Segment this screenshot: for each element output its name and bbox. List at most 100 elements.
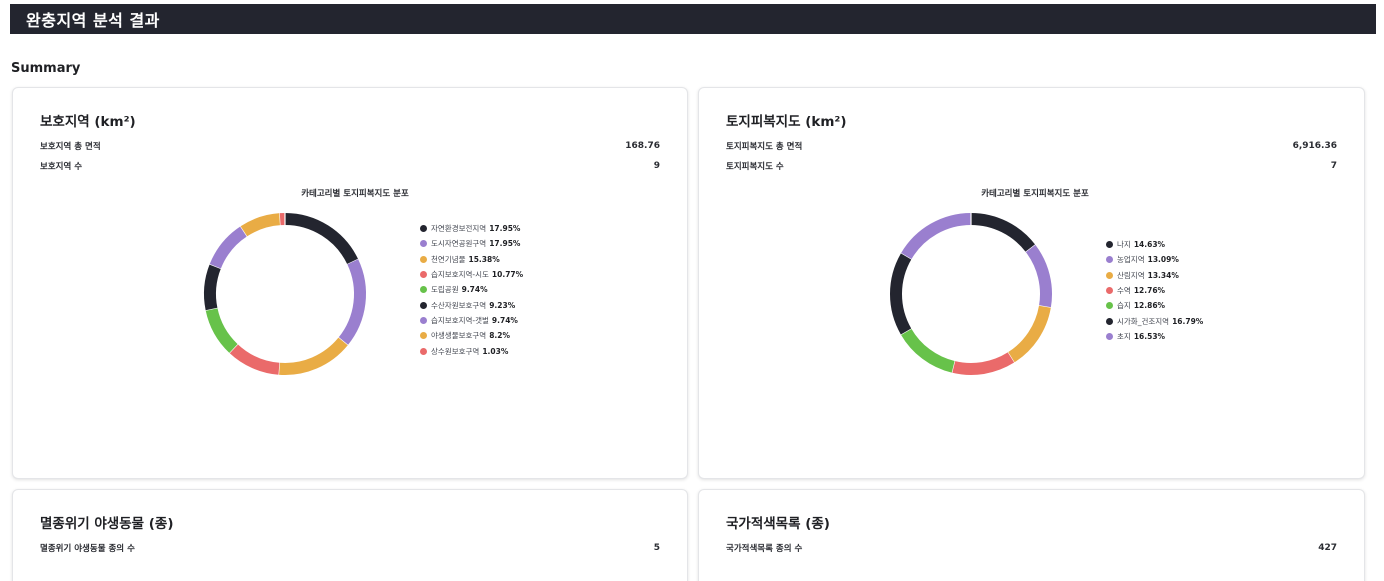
legend-swatch [420,271,427,279]
donut-slice[interactable] [204,264,221,311]
card-title: 국가적색목록 (종) [726,516,830,532]
chart-legend: 나지 14.63% 농업지역 13.09% 산림지역 13.34% 수역 12.76% 습지 12… [1106,237,1203,344]
legend-label: 야생생물보호구역 [431,331,487,341]
stat-label: 멸종위기 야생동물 종의 수 [40,544,135,554]
endangered-species-card: 멸종위기 야생동물 (종) 멸종위기 야생동물 종의 수 5 [12,489,688,581]
donut-slice[interactable] [901,213,972,260]
donut-slice[interactable] [209,226,248,269]
legend-item[interactable]: 도립공원 9.74% [420,282,523,297]
legend-item[interactable]: 상수원보호구역 1.03% [420,343,523,358]
donut-slice[interactable] [970,213,1036,253]
donut-slice[interactable] [1007,305,1051,363]
legend-label: 도시자연공원구역 [431,239,487,249]
donut-slice[interactable] [240,213,281,237]
chart-legend: 자연환경보전지역 17.95% 도시자연공원구역 17.95% 천연기념물 15.38% 습… [420,221,523,359]
legend-percent: 14.63% [1133,240,1166,250]
legend-label: 습지보호지역-시도 [431,270,489,280]
donut-slice[interactable] [229,343,280,375]
legend-item[interactable]: 수역 12.76% [1106,283,1203,298]
donut-slice[interactable] [1025,244,1052,308]
legend-item[interactable]: 나지 14.63% [1106,237,1203,252]
legend-percent: 1.03% [482,346,509,356]
header-bar: 완충지역 분석 결과 [10,4,1376,34]
legend-swatch [1106,302,1113,310]
legend-item[interactable]: 습지 12.86% [1106,298,1203,313]
legend-item[interactable]: 산림지역 13.34% [1106,268,1203,283]
legend-swatch [1106,317,1113,325]
card-title: 토지피복지도 (km²) [726,114,847,130]
legend-item[interactable]: 수산자원보호구역 9.23% [420,297,523,312]
legend-percent: 8.2% [489,331,511,341]
legend-swatch [1106,287,1113,295]
chart-title: 카테고리별 토지피복지도 분포 [981,189,1089,199]
legend-percent: 12.86% [1133,301,1166,311]
donut-slice[interactable] [278,337,348,375]
legend-label: 도립공원 [431,285,459,295]
legend-item[interactable]: 자연환경보전지역 17.95% [420,221,523,236]
donut-slice[interactable] [900,328,955,373]
legend-label: 천연기념물 [431,254,466,264]
legend-swatch [420,255,427,263]
legend-item[interactable]: 초지 16.53% [1106,329,1203,344]
stat-label: 국가적색목록 종의 수 [726,544,803,554]
legend-swatch [1106,332,1113,340]
donut-slice[interactable] [284,213,359,265]
legend-label: 농업지역 [1117,255,1145,265]
donut-slice[interactable] [205,307,238,353]
legend-swatch [420,286,427,294]
legend-label: 습지보호지역-갯벌 [431,315,489,325]
legend-percent: 12.76% [1133,286,1166,296]
legend-item[interactable]: 천연기념물 15.38% [420,252,523,267]
stat-label: 보호지역 수 [40,162,83,172]
stat-row: 토지피복지도 총 면적 6,916.36 [726,138,1337,154]
legend-percent: 9.74% [461,285,488,295]
legend-swatch [420,225,427,233]
stat-value: 5 [653,543,660,553]
legend-swatch [420,332,427,340]
legend-percent: 13.34% [1147,270,1179,280]
donut-slice[interactable] [338,259,366,346]
stat-row: 국가적색목록 종의 수 427 [726,540,1337,556]
legend-swatch [1106,256,1113,264]
page-title: 완충지역 분석 결과 [26,11,160,30]
summary-heading: Summary [11,61,81,76]
legend-percent: 9.74% [491,315,518,325]
legend-label: 상수원보호구역 [431,346,480,356]
donut-slice[interactable] [951,352,1015,375]
legend-percent: 10.77% [491,270,524,280]
legend-item[interactable]: 야생생물보호구역 8.2% [420,328,523,343]
stat-label: 보호지역 총 면적 [40,142,101,152]
red-list-card: 국가적색목록 (종) 국가적색목록 종의 수 427 [698,489,1365,581]
stat-label: 토지피복지도 수 [726,162,784,172]
legend-swatch [420,301,427,309]
stat-value: 7 [1330,161,1337,171]
legend-swatch [1106,241,1113,249]
legend-item[interactable]: 습지보호지역-시도 10.77% [420,267,523,282]
legend-label: 수역 [1117,286,1131,296]
stat-value: 9 [653,161,660,171]
stat-value: 168.76 [625,141,660,151]
card-title: 보호지역 (km²) [40,114,136,130]
legend-percent: 13.09% [1147,255,1179,265]
donut-chart [890,212,1052,375]
legend-label: 초지 [1117,331,1131,341]
legend-item[interactable]: 시가화_건조지역 16.79% [1106,313,1203,328]
legend-label: 습지 [1117,301,1131,311]
legend-percent: 9.23% [489,300,516,310]
stat-row: 멸종위기 야생동물 종의 수 5 [40,540,660,556]
legend-label: 시가화_건조지역 [1117,316,1170,326]
donut-slice[interactable] [890,252,912,335]
stat-label: 토지피복지도 총 면적 [726,142,803,152]
legend-label: 나지 [1117,240,1131,250]
card-title: 멸종위기 야생동물 (종) [40,516,174,532]
legend-percent: 16.53% [1133,331,1166,341]
legend-swatch [420,316,427,324]
chart-title: 카테고리별 토지피복지도 분포 [301,189,409,199]
legend-item[interactable]: 농업지역 13.09% [1106,252,1203,267]
legend-percent: 17.95% [489,224,521,234]
stat-row: 보호지역 수 9 [40,158,660,174]
legend-item[interactable]: 습지보호지역-갯벌 9.74% [420,313,523,328]
legend-label: 수산자원보호구역 [431,300,487,310]
legend-item[interactable]: 도시자연공원구역 17.95% [420,236,523,251]
legend-label: 자연환경보전지역 [431,224,487,234]
